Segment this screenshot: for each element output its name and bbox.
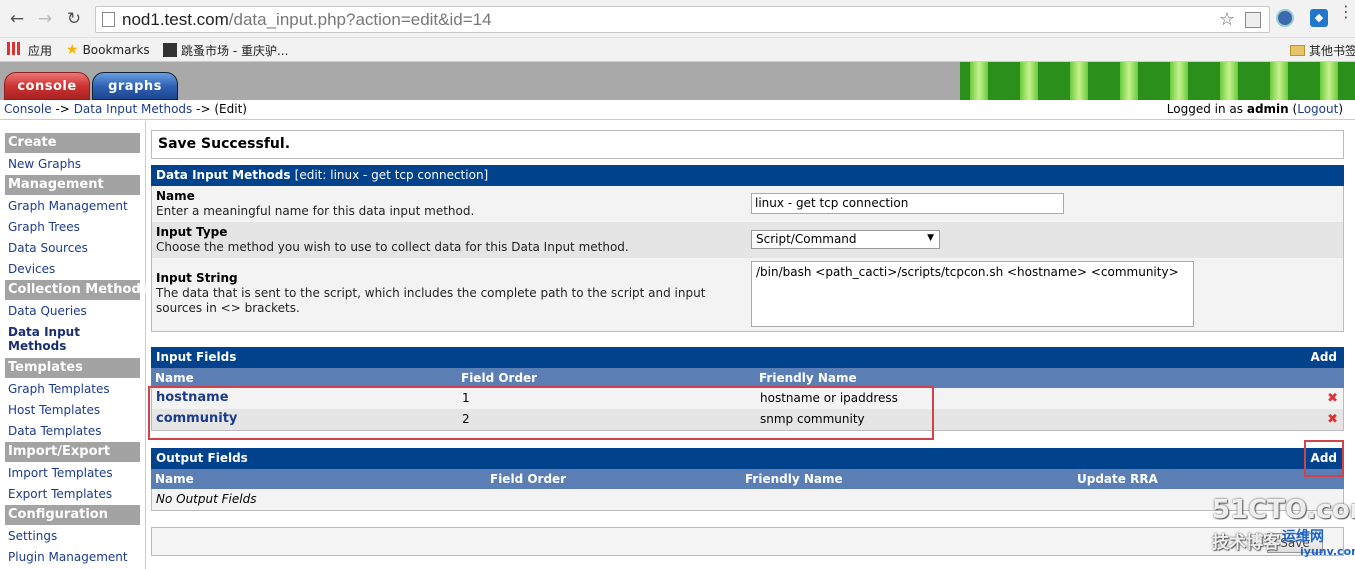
output-fields-header: Output Fields Add [151,448,1344,469]
name-label: Name [156,189,195,203]
breadcrumb-current: (Edit) [214,102,247,116]
tab-console[interactable]: console [4,72,90,100]
extension-icon[interactable] [1276,9,1294,27]
forward-icon[interactable]: → [34,8,56,30]
url-text: nod1.test.com/data_input.php?action=edit… [122,10,492,29]
watermark-text: 技术博客 [1212,533,1280,553]
bookmark-apps[interactable]: 应用 [28,42,52,59]
action-bar: Save [151,527,1344,556]
highlight-add-button [1304,440,1344,477]
bookmark-site[interactable]: 跳蚤市场 - 重庆驴... [163,42,288,59]
folder-icon [1290,45,1305,56]
extension-shield-icon[interactable]: ◆ [1310,9,1328,27]
sidebar-item-data-queries[interactable]: Data Queries [8,304,87,318]
bookmark-bookmarks[interactable]: ★ Bookmarks [66,42,150,58]
sidebar: Create New Graphs Management Graph Manag… [0,121,149,569]
star-icon: ★ [66,42,79,58]
input-type-select[interactable]: Script/Command ▼ [751,230,940,249]
add-input-field-button[interactable]: Add [1311,347,1337,368]
form-row-input-type: Input Type Choose the method you wish to… [151,222,1344,258]
address-bar[interactable]: nod1.test.com/data_input.php?action=edit… [95,6,1270,33]
cactus-logo [960,62,1355,100]
apps-icon[interactable] [7,42,20,55]
input-string-description: The data that is sent to the script, whi… [156,286,706,315]
other-bookmarks[interactable]: 其他书签 [1290,42,1355,59]
breadcrumb-data-input-methods[interactable]: Data Input Methods [74,102,193,116]
sidebar-item-plugin-management[interactable]: Plugin Management [8,550,128,564]
sidebar-header-import-export: Import/Export [5,442,140,462]
output-fields-columns: Name Field Order Friendly Name Update RR… [151,469,1344,489]
sidebar-item-data-sources[interactable]: Data Sources [8,241,88,255]
sidebar-item-graph-trees[interactable]: Graph Trees [8,220,80,234]
menu-icon[interactable]: ⋮ [1338,4,1354,20]
sidebar-header-templates: Templates [5,358,140,378]
browser-toolbar: ← → ↻ nod1.test.com/data_input.php?actio… [0,0,1355,38]
sidebar-item-new-graphs[interactable]: New Graphs [8,157,81,171]
no-output-fields: No Output Fields [151,489,1344,511]
breadcrumb-bar: Console -> Data Input Methods -> (Edit) … [0,100,1355,120]
form-row-input-string: Input String The data that is sent to th… [151,258,1344,332]
sidebar-header-create: Create [5,133,140,153]
highlight-input-rows [148,386,934,440]
sidebar-item-settings[interactable]: Settings [8,529,57,543]
breadcrumb: Console -> Data Input Methods -> (Edit) [4,102,247,116]
sidebar-item-host-templates[interactable]: Host Templates [8,403,100,417]
sidebar-header-management: Management [5,175,140,195]
name-field[interactable]: linux - get tcp connection [751,193,1064,214]
breadcrumb-console[interactable]: Console [4,102,52,116]
sidebar-header-collection-methods: Collection Methods [5,280,149,300]
watermark-text-2: 运维网 [1282,529,1324,545]
login-status: Logged in as admin (Logout) [1166,102,1343,116]
data-input-method-header: Data Input Methods [edit: linux - get tc… [151,165,1344,186]
watermark-logo: 51CTO.com [1212,495,1355,525]
sidebar-item-graph-management[interactable]: Graph Management [8,199,128,213]
dropdown-arrow-icon: ▼ [927,233,934,243]
bookmarks-bar: 应用 ★ Bookmarks 跳蚤市场 - 重庆驴... 其他书签 [0,38,1355,62]
input-string-label: Input String [156,271,238,285]
status-message: Save Successful. [151,130,1344,159]
sidebar-item-devices[interactable]: Devices [8,262,55,276]
sidebar-header-configuration: Configuration [5,505,140,525]
sidebar-item-import-templates[interactable]: Import Templates [8,466,113,480]
input-fields-columns: Name Field Order Friendly Name [151,368,1344,388]
form-row-name: Name Enter a meaningful name for this da… [151,186,1344,222]
sidebar-item-data-input-methods[interactable]: Data Input Methods [8,325,108,353]
reload-icon[interactable]: ↻ [63,8,85,30]
site-icon [163,43,177,57]
page-action-icon[interactable] [1245,12,1261,28]
sidebar-item-graph-templates[interactable]: Graph Templates [8,382,110,396]
input-type-description: Choose the method you wish to use to col… [156,240,629,254]
cacti-header: console graphs [0,62,1355,100]
delete-icon[interactable]: ✖ [1327,391,1338,406]
input-fields-header: Input Fields Add [151,347,1344,368]
input-string-textarea[interactable]: /bin/bash <path_cacti>/scripts/tcpcon.sh… [751,261,1194,327]
watermark-text-3: iyunv.com [1300,545,1355,558]
delete-icon[interactable]: ✖ [1327,412,1338,427]
input-type-label: Input Type [156,225,228,239]
sidebar-item-export-templates[interactable]: Export Templates [8,487,112,501]
name-description: Enter a meaningful name for this data in… [156,204,475,218]
back-icon[interactable]: ← [6,8,28,30]
logout-link[interactable]: Logout [1297,102,1338,116]
page-icon [102,12,115,27]
bookmark-star-icon[interactable]: ☆ [1219,9,1235,30]
sidebar-item-data-templates[interactable]: Data Templates [8,424,101,438]
tab-graphs[interactable]: graphs [92,72,178,100]
